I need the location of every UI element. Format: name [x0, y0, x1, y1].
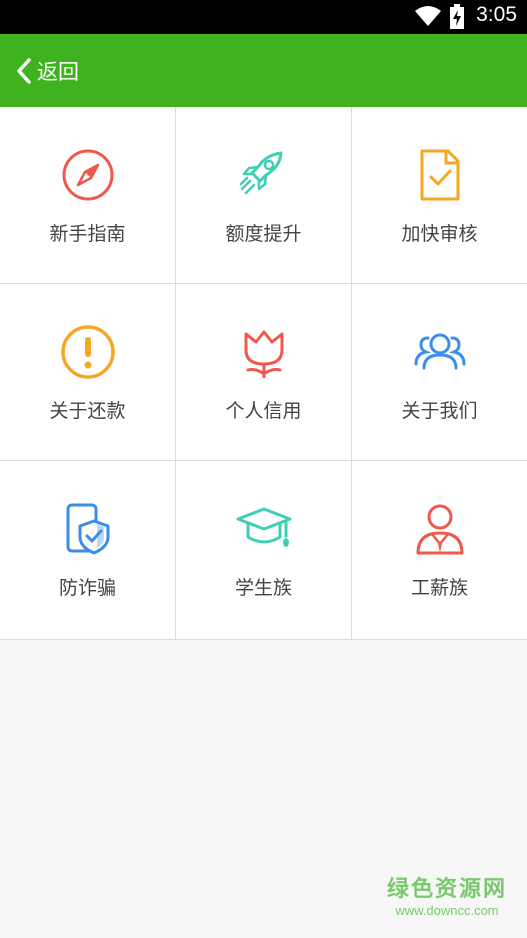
menu-item-label: 新手指南	[49, 223, 126, 245]
exclamation-icon	[58, 322, 118, 382]
menu-item-personal-credit[interactable]: 个人信用	[176, 284, 352, 461]
menu-grid: 新手指南 额度提升 加快审核 关于还款 个人信用 关于我们 防诈骗 学生族 工薪…	[0, 107, 527, 640]
compass-icon	[58, 145, 118, 205]
menu-item-label: 加快审核	[401, 223, 478, 245]
menu-item-label: 学生族	[234, 577, 292, 599]
document-check-icon	[410, 145, 470, 205]
menu-item-label: 额度提升	[225, 223, 302, 245]
graduation-cap-icon	[234, 499, 294, 559]
watermark-url: www.downcc.com	[395, 903, 499, 918]
menu-item-credit-increase[interactable]: 额度提升	[176, 107, 352, 284]
menu-item-label: 关于还款	[49, 400, 126, 422]
menu-item-label: 防诈骗	[58, 577, 116, 599]
chevron-left-icon	[14, 56, 34, 86]
back-label: 返回	[37, 60, 79, 84]
menu-item-label: 工薪族	[410, 577, 468, 599]
menu-item-anti-fraud[interactable]: 防诈骗	[0, 461, 176, 639]
tulip-icon	[234, 322, 294, 382]
menu-item-repayment[interactable]: 关于还款	[0, 284, 176, 461]
menu-item-salaried[interactable]: 工薪族	[352, 461, 527, 639]
watermark: 绿色资源网 www.downcc.com	[387, 871, 507, 918]
battery-charging-icon	[449, 4, 465, 34]
worker-icon	[410, 499, 470, 559]
phone-shield-icon	[58, 499, 118, 559]
watermark-title: 绿色资源网	[386, 877, 507, 902]
menu-item-beginner-guide[interactable]: 新手指南	[0, 107, 176, 284]
status-time: 3:05	[476, 3, 517, 26]
menu-item-speed-review[interactable]: 加快审核	[352, 107, 527, 284]
menu-item-label: 关于我们	[401, 400, 478, 422]
menu-item-students[interactable]: 学生族	[176, 461, 352, 639]
status-bar: 3:05	[0, 0, 527, 34]
app-bar: 返回	[0, 34, 527, 107]
menu-item-about-us[interactable]: 关于我们	[352, 284, 527, 461]
back-button[interactable]: 返回	[14, 54, 79, 88]
rocket-icon	[234, 145, 294, 205]
menu-item-label: 个人信用	[225, 400, 302, 422]
wifi-icon	[414, 5, 442, 31]
people-icon	[410, 322, 470, 382]
